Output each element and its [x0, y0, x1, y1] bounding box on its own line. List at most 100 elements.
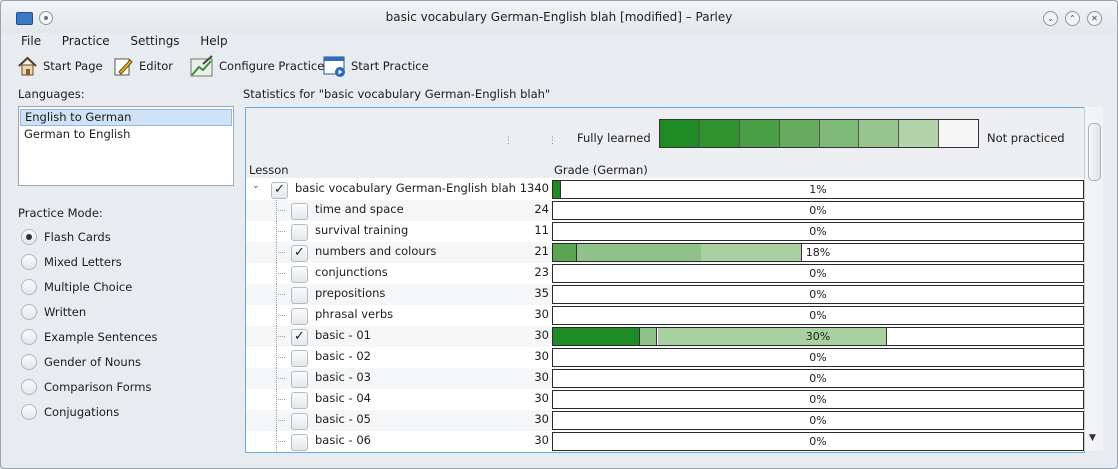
lesson-name: basic - 06	[315, 433, 371, 447]
minimize-button[interactable]: ⌄	[1043, 11, 1058, 26]
vertical-scrollbar[interactable]: ▼	[1084, 107, 1103, 451]
lesson-row[interactable]: basic - 02 30 0%	[246, 347, 1084, 368]
lesson-checkbox[interactable]	[291, 371, 308, 388]
practice-mode-option[interactable]: Gender of Nouns	[18, 349, 238, 374]
menu-help[interactable]: Help	[200, 34, 227, 48]
home-icon	[18, 56, 37, 76]
configure-practice-button[interactable]: Configure Practice	[190, 54, 324, 78]
column-header-lesson[interactable]: Lesson	[249, 163, 289, 177]
lesson-row[interactable]: basic - 03 30 0%	[246, 368, 1084, 389]
pencil-icon	[114, 58, 133, 76]
grade-bar: 0%	[552, 222, 1084, 241]
tree-line	[276, 294, 285, 295]
resize-handle-icon[interactable]: ⋮	[504, 136, 513, 146]
lesson-checkbox[interactable]	[291, 413, 308, 430]
lesson-count: 24	[534, 202, 549, 216]
practice-mode-label: Written	[44, 304, 87, 319]
lesson-checkbox[interactable]	[291, 434, 308, 451]
legend-fully-learned: Fully learned	[577, 131, 651, 145]
maximize-button[interactable]: ⌃	[1065, 11, 1080, 26]
lesson-name: survival training	[315, 223, 409, 237]
lesson-count: 23	[534, 265, 549, 279]
lesson-row[interactable]: prepositions 35 0%	[246, 284, 1084, 305]
radio-button[interactable]	[21, 253, 37, 270]
left-panel: Languages: English to German German to E…	[18, 87, 238, 424]
legend-color-bar	[659, 119, 979, 148]
menu-file[interactable]: File	[21, 34, 41, 48]
lesson-checkbox[interactable]: ✓	[291, 329, 308, 346]
languages-list[interactable]: English to German German to English	[18, 106, 234, 186]
grade-bar: 0%	[552, 201, 1084, 220]
lesson-count: 30	[534, 349, 549, 363]
grade-bar: 18%	[552, 243, 1084, 262]
radio-button[interactable]	[21, 353, 37, 370]
legend-swatch	[859, 120, 900, 147]
column-header-grade[interactable]: Grade (German)	[554, 163, 648, 177]
practice-mode-option[interactable]: Multiple Choice	[18, 274, 238, 299]
practice-mode-option[interactable]: Mixed Letters	[18, 249, 238, 274]
radio-button[interactable]	[21, 328, 37, 345]
lesson-row[interactable]: ✓ basic - 01 30 30%	[246, 326, 1084, 347]
start-page-button[interactable]: Start Page	[17, 54, 103, 78]
lesson-row[interactable]: survival training 11 0%	[246, 221, 1084, 242]
lesson-checkbox[interactable]	[291, 287, 308, 304]
lesson-row[interactable]: basic - 05 30 0%	[246, 410, 1084, 431]
lesson-row[interactable]: time and space 24 0%	[246, 200, 1084, 221]
configure-icon	[190, 55, 213, 77]
lesson-checkbox[interactable]	[291, 392, 308, 409]
scroll-down-icon[interactable]: ▼	[1089, 433, 1096, 443]
lesson-count: 30	[534, 433, 549, 447]
lesson-row[interactable]: phrasal verbs 30 0%	[246, 305, 1084, 326]
practice-mode-label: Example Sentences	[44, 329, 158, 344]
scrollbar-thumb[interactable]	[1088, 123, 1101, 181]
menu-practice[interactable]: Practice	[62, 34, 110, 48]
practice-mode-option[interactable]: Comparison Forms	[18, 374, 238, 399]
language-item[interactable]: English to German	[20, 109, 232, 126]
lesson-checkbox[interactable]: ✓	[271, 182, 288, 199]
practice-mode-option[interactable]: Flash Cards	[18, 224, 238, 249]
lesson-checkbox[interactable]	[291, 350, 308, 367]
lesson-checkbox[interactable]	[291, 203, 308, 220]
practice-mode-label: Conjugations	[44, 404, 120, 419]
language-item[interactable]: German to English	[20, 127, 232, 142]
start-practice-button[interactable]: Start Practice	[323, 54, 429, 78]
lesson-checkbox[interactable]	[291, 266, 308, 283]
lesson-row[interactable]: basic - 04 30 0%	[246, 389, 1084, 410]
lesson-checkbox[interactable]: ✓	[291, 245, 308, 262]
resize-handle-icon[interactable]: ⋮	[548, 136, 557, 146]
lesson-name: phrasal verbs	[315, 307, 394, 321]
tree-line	[276, 252, 285, 253]
radio-button[interactable]	[21, 403, 37, 420]
grade-percent: 0%	[809, 288, 827, 301]
lesson-row[interactable]: ⌄ ✓ basic vocabulary German-English blah 13…	[246, 179, 1084, 200]
tree-line	[276, 336, 285, 337]
lesson-checkbox[interactable]	[291, 224, 308, 241]
close-button[interactable]: ✕	[1087, 11, 1102, 26]
configure-practice-label: Configure Practice	[219, 59, 325, 73]
radio-button[interactable]	[21, 378, 37, 395]
lesson-row[interactable]: ✓ numbers and colours 21 18%	[246, 242, 1084, 263]
languages-label: Languages:	[18, 87, 85, 101]
radio-button[interactable]	[21, 228, 37, 245]
grade-percent: 0%	[809, 267, 827, 280]
lesson-checkbox[interactable]	[291, 308, 308, 325]
practice-mode-option[interactable]: Conjugations	[18, 399, 238, 424]
radio-button[interactable]	[21, 278, 37, 295]
lesson-count: 21	[534, 244, 549, 258]
legend-not-practiced: Not practiced	[987, 131, 1065, 145]
lesson-count: 30	[534, 391, 549, 405]
grade-bar: 30%	[552, 327, 1084, 346]
practice-mode-option[interactable]: Example Sentences	[18, 324, 238, 349]
lesson-row[interactable]: basic - 06 30 0%	[246, 431, 1084, 452]
lesson-name: basic - 02	[315, 349, 371, 363]
menu-settings[interactable]: Settings	[130, 34, 179, 48]
expand-arrow-icon[interactable]: ⌄	[252, 181, 260, 191]
grade-bar: 0%	[552, 411, 1084, 430]
lesson-row[interactable]: conjunctions 23 0%	[246, 263, 1084, 284]
radio-button[interactable]	[21, 303, 37, 320]
grade-bar: 0%	[552, 432, 1084, 451]
practice-mode-option[interactable]: Written	[18, 299, 238, 324]
title-bar[interactable]: basic vocabulary German-English blah [mo…	[1, 1, 1117, 33]
editor-button[interactable]: Editor	[113, 54, 173, 78]
lesson-count: 30	[534, 370, 549, 384]
